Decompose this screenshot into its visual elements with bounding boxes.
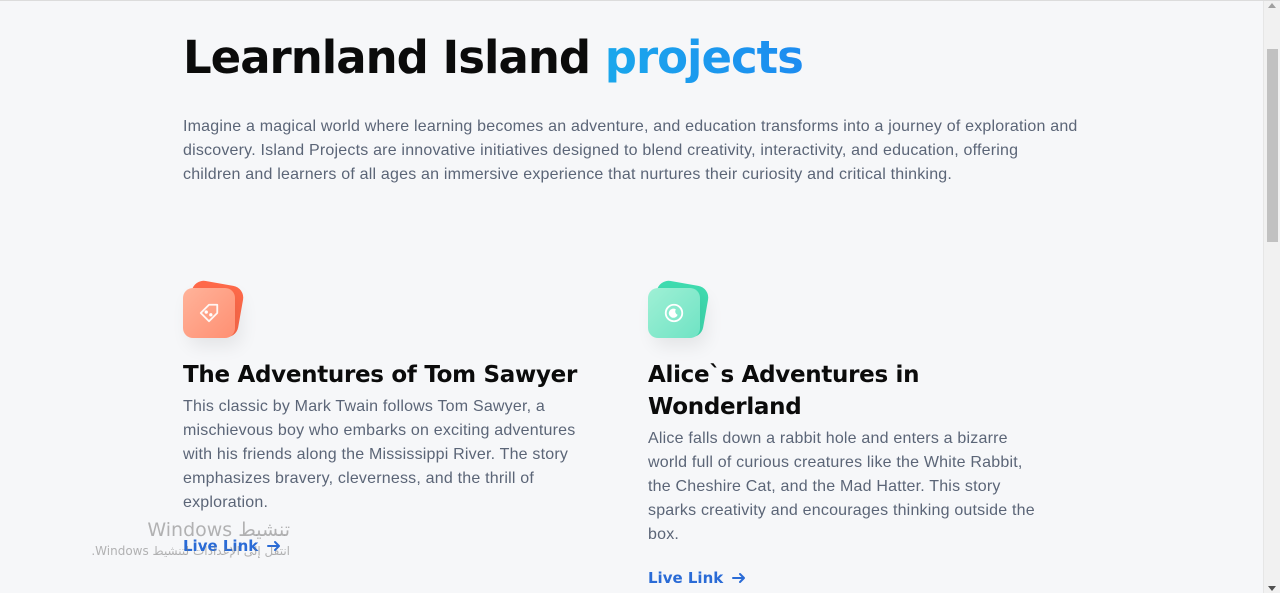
vertical-scrollbar[interactable] xyxy=(1263,1,1280,593)
page-title-accent: projects xyxy=(604,31,804,84)
project-card-alice: Alice`s Adventures in Wonderland Alice f… xyxy=(648,278,1048,587)
project-description: Alice falls down a rabbit hole and enter… xyxy=(648,430,1035,543)
scroll-up-icon[interactable] xyxy=(1268,3,1276,8)
project-card-tom-sawyer: The Adventures of Tom Sawyer This classi… xyxy=(183,278,583,555)
arrow-right-icon xyxy=(732,573,746,583)
project-title: Alice`s Adventures in Wonderland xyxy=(648,362,920,420)
tag-icon xyxy=(199,303,219,323)
page-title-main: Learnland Island xyxy=(183,31,591,84)
moon-circle-icon xyxy=(664,303,684,323)
project-icon-badge xyxy=(183,278,246,341)
live-link-label: Live Link xyxy=(648,569,724,587)
page-title: Learnland Island projects xyxy=(183,31,804,84)
windows-activation-watermark: تنشيط Windows انتقل إلى الإعدادات لتنشيط… xyxy=(91,518,290,560)
scroll-down-icon[interactable] xyxy=(1268,586,1276,591)
intro-paragraph: Imagine a magical world where learning b… xyxy=(183,118,1078,183)
project-title: The Adventures of Tom Sawyer xyxy=(183,362,577,388)
live-link[interactable]: Live Link xyxy=(648,569,747,587)
project-icon-badge xyxy=(648,278,711,341)
watermark-title: تنشيط Windows xyxy=(147,519,290,541)
watermark-subtitle: انتقل إلى الإعدادات لتنشيط Windows. xyxy=(91,544,290,558)
scrollbar-thumb[interactable] xyxy=(1267,49,1278,242)
project-description: This classic by Mark Twain follows Tom S… xyxy=(183,398,576,511)
